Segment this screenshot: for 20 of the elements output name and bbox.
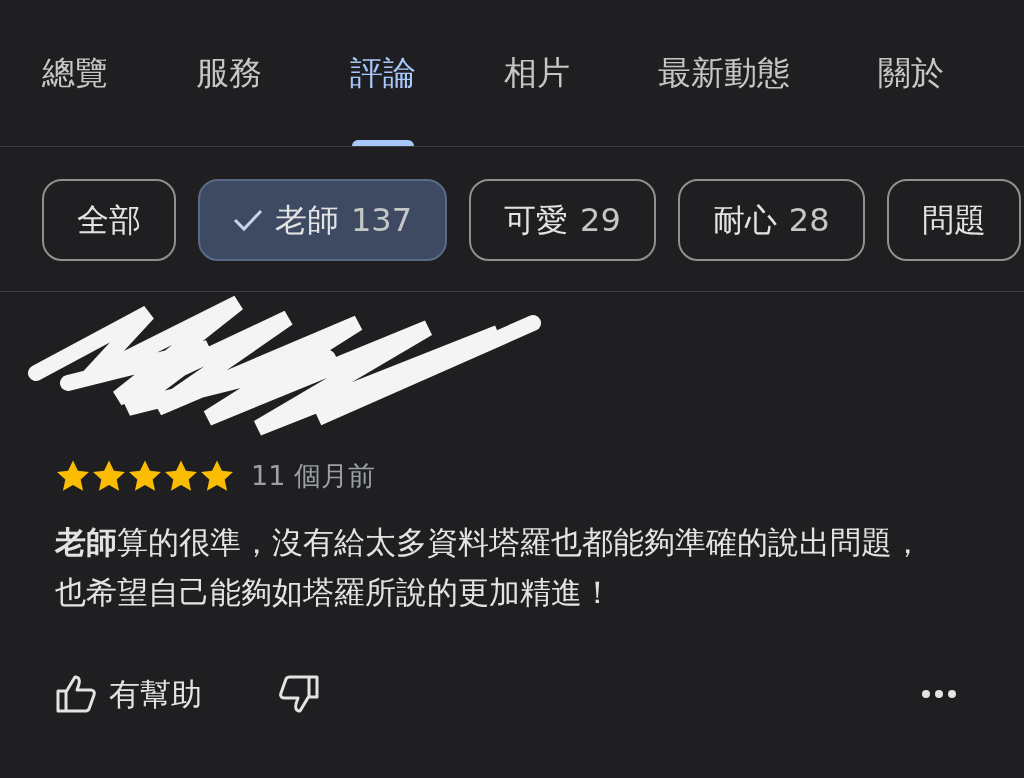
- filter-chip[interactable]: 可愛 29: [469, 179, 656, 261]
- helpful-button[interactable]: 有幫助: [55, 670, 202, 717]
- thumbs-down-icon: [278, 673, 320, 714]
- tab[interactable]: 評論: [350, 0, 416, 146]
- thumbs-up-icon: [55, 673, 97, 714]
- filter-chip[interactable]: 耐心 28: [677, 179, 865, 261]
- tab[interactable]: 服務: [196, 0, 262, 146]
- tab[interactable]: 關於: [878, 0, 944, 146]
- tab[interactable]: 相片: [504, 0, 570, 146]
- check-icon: [233, 208, 263, 232]
- filter-chip[interactable]: 問題: [886, 179, 1021, 261]
- more-button[interactable]: [921, 688, 957, 699]
- filter-chip[interactable]: 全部: [42, 179, 176, 261]
- review-text: 老師算的很準，沒有給太多資料塔羅也都能夠準確的說出問題，也希望自己能夠如塔羅所說的更加精進！: [55, 522, 924, 612]
- review-time: 11 個月前: [251, 459, 375, 493]
- filter-chip[interactable]: 老師 137: [198, 179, 448, 261]
- tab[interactable]: 最新動態: [658, 0, 790, 146]
- thumbs-down-button[interactable]: [278, 673, 320, 714]
- more-icon: [921, 688, 957, 699]
- tab[interactable]: 總覽: [42, 0, 108, 146]
